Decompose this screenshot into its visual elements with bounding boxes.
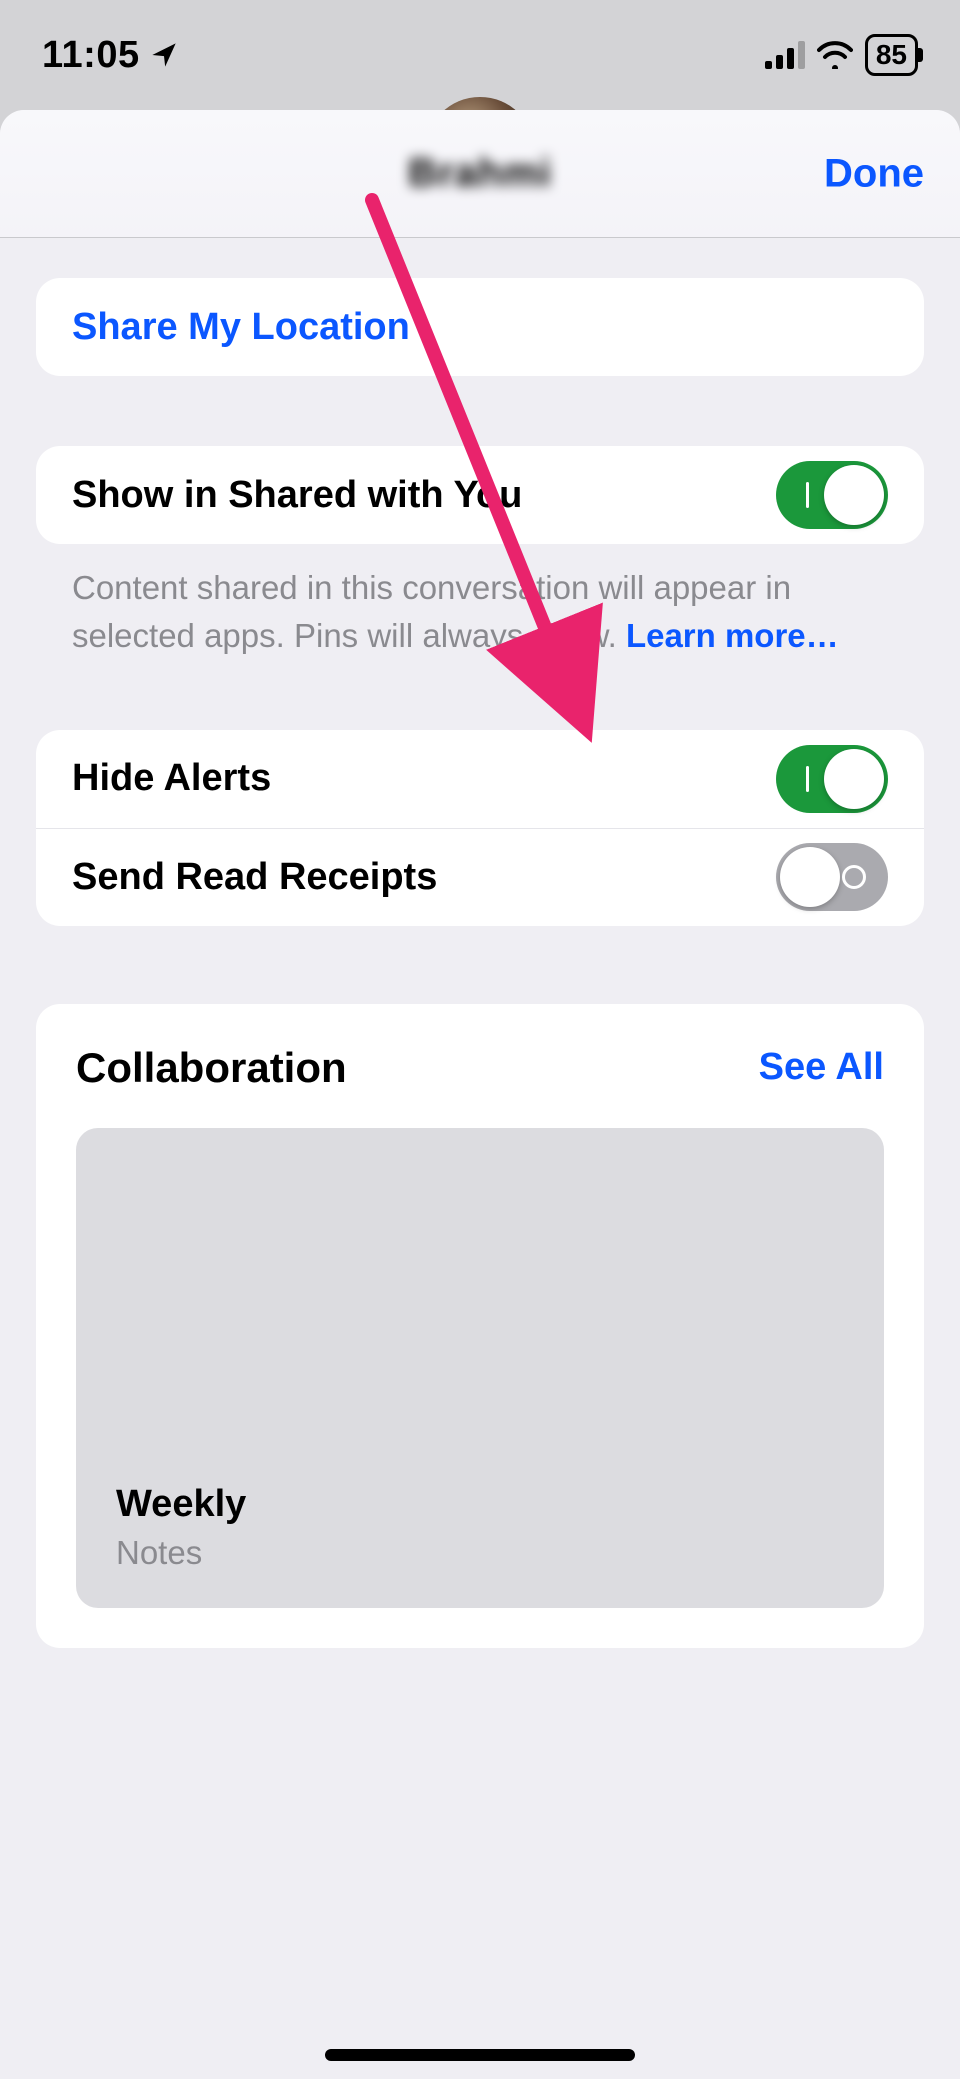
details-sheet: Brahmi Done Share My Location Show in Sh… bbox=[0, 110, 960, 2079]
see-all-button[interactable]: See All bbox=[759, 1046, 884, 1089]
shared-with-you-row: Show in Shared with You bbox=[36, 446, 924, 544]
shared-with-you-toggle[interactable] bbox=[776, 461, 888, 529]
sheet-header: Brahmi Done bbox=[0, 110, 960, 238]
status-time: 11:05 bbox=[42, 34, 178, 77]
collaboration-item-title: Weekly bbox=[116, 1483, 844, 1526]
done-button[interactable]: Done bbox=[824, 151, 924, 196]
sheet-title: Brahmi bbox=[408, 151, 552, 196]
sheet-content: Share My Location Show in Shared with Yo… bbox=[0, 238, 960, 2079]
battery-indicator: 85 bbox=[865, 34, 918, 76]
read-receipts-row: Send Read Receipts bbox=[36, 828, 924, 926]
hide-alerts-toggle[interactable] bbox=[776, 745, 888, 813]
shared-with-you-group: Show in Shared with You bbox=[36, 446, 924, 544]
collaboration-title: Collaboration bbox=[76, 1044, 347, 1092]
learn-more-link[interactable]: Learn more… bbox=[626, 617, 839, 654]
alerts-group: Hide Alerts Send Read Receipts bbox=[36, 730, 924, 926]
cellular-icon bbox=[765, 41, 805, 69]
hide-alerts-row: Hide Alerts bbox=[36, 730, 924, 828]
hide-alerts-label: Hide Alerts bbox=[72, 757, 271, 800]
home-indicator[interactable] bbox=[325, 2049, 635, 2061]
status-time-text: 11:05 bbox=[42, 34, 140, 77]
location-icon bbox=[150, 41, 178, 69]
collaboration-header: Collaboration See All bbox=[76, 1044, 884, 1092]
collaboration-item-subtitle: Notes bbox=[116, 1534, 844, 1572]
share-my-location-button[interactable]: Share My Location bbox=[36, 278, 924, 376]
collaboration-group: Collaboration See All Weekly Notes bbox=[36, 1004, 924, 1648]
read-receipts-label: Send Read Receipts bbox=[72, 856, 437, 899]
read-receipts-toggle[interactable] bbox=[776, 843, 888, 911]
status-bar: 11:05 85 bbox=[0, 0, 960, 110]
share-location-group: Share My Location bbox=[36, 278, 924, 376]
wifi-icon bbox=[817, 41, 853, 69]
shared-with-you-label: Show in Shared with You bbox=[72, 474, 522, 517]
collaboration-item[interactable]: Weekly Notes bbox=[76, 1128, 884, 1608]
shared-with-you-footnote: Content shared in this conversation will… bbox=[36, 544, 924, 660]
status-right: 85 bbox=[765, 34, 918, 76]
battery-pct: 85 bbox=[876, 39, 907, 71]
share-my-location-label: Share My Location bbox=[72, 306, 410, 349]
